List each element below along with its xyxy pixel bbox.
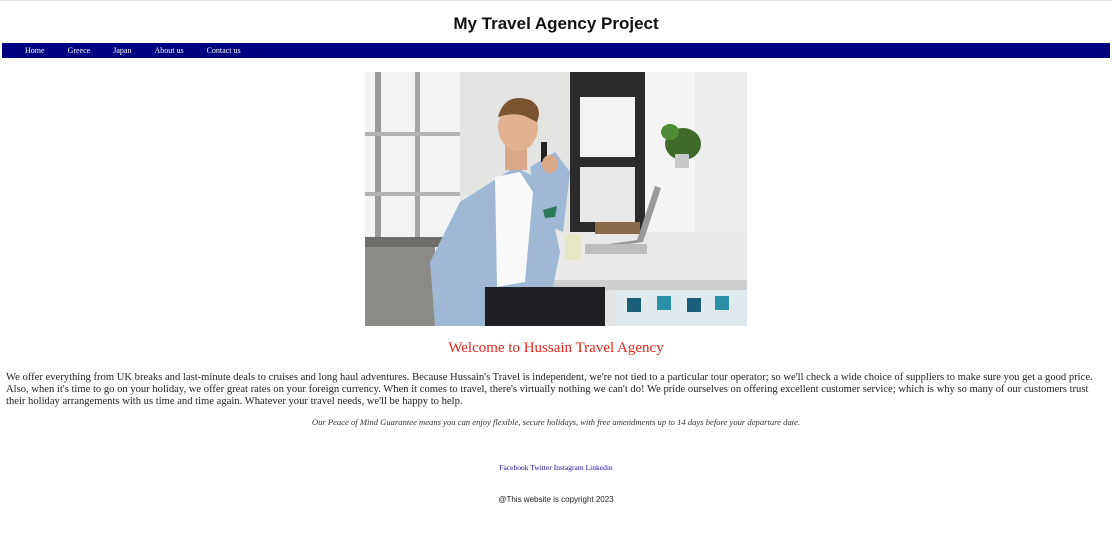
main-navbar: Home Greece Japan About us Contact us	[2, 43, 1110, 58]
copyright-text: @This website is copyright 2023	[498, 495, 614, 504]
twitter-link[interactable]: Twitter	[530, 463, 552, 472]
hero-image	[365, 72, 747, 326]
instagram-link[interactable]: Instagram	[554, 463, 584, 472]
facebook-link[interactable]: Facebook	[499, 463, 528, 472]
nav-link-about-us[interactable]: About us	[154, 43, 183, 58]
guarantee-text: Our Peace of Mind Guarantee means you ca…	[311, 417, 801, 427]
nav-link-contact-us[interactable]: Contact us	[207, 43, 241, 58]
intro-paragraph: We offer everything from UK breaks and l…	[6, 372, 1093, 407]
social-links: Facebook Twitter Instagram Linkedin	[0, 463, 1112, 472]
linkedin-link[interactable]: Linkedin	[586, 463, 613, 472]
nav-link-home[interactable]: Home	[25, 43, 45, 58]
top-border	[0, 0, 1112, 1]
nav-link-greece[interactable]: Greece	[68, 43, 91, 58]
welcome-heading: Welcome to Hussain Travel Agency	[448, 340, 664, 356]
page-title: My Travel Agency Project	[453, 14, 659, 33]
man-on-phone-photo-icon	[365, 72, 747, 326]
nav-link-japan[interactable]: Japan	[113, 43, 131, 58]
